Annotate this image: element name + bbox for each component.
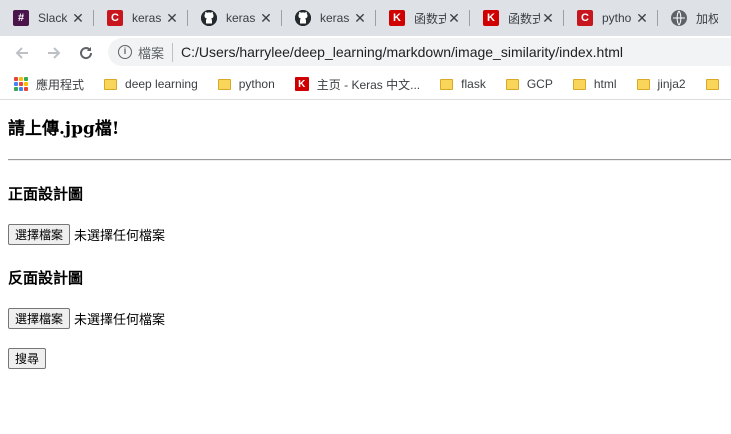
bookmark-python[interactable]: python: [217, 77, 275, 91]
github-icon: [295, 10, 311, 26]
github-icon: [201, 10, 217, 26]
bookmark-html[interactable]: html: [572, 77, 617, 91]
folder-icon: [440, 78, 454, 90]
search-row: 搜尋: [8, 348, 731, 369]
folder-icon: [705, 78, 719, 90]
close-icon[interactable]: ✕: [446, 10, 462, 27]
csdn-icon: [577, 10, 593, 26]
tab-functional-1[interactable]: 函数式 ✕: [376, 0, 470, 36]
folder-icon: [217, 78, 231, 90]
tab-title: keras: [132, 11, 162, 25]
keras-k-icon: [483, 10, 499, 26]
back-design-label: 反面設計圖: [8, 269, 84, 287]
bookmark-label: python: [238, 77, 275, 91]
folder-icon: [505, 78, 519, 90]
bookmark-overflow[interactable]: [705, 78, 727, 90]
reload-icon[interactable]: [70, 37, 102, 69]
close-icon[interactable]: ✕: [70, 10, 86, 27]
bookmark-keras-home[interactable]: K 主页 - Keras 中文...: [294, 76, 421, 93]
tab-functional-2[interactable]: 函数式 ✕: [470, 0, 564, 36]
back-choose-file-button[interactable]: 選擇檔案: [8, 308, 71, 329]
close-icon[interactable]: ✕: [258, 10, 274, 27]
tab-keras-github-2[interactable]: keras ✕: [282, 0, 376, 36]
tab-keras-github-1[interactable]: keras ✕: [188, 0, 282, 36]
back-arrow-icon[interactable]: [6, 37, 38, 69]
tab-title: keras: [226, 11, 256, 25]
info-icon[interactable]: i: [118, 45, 132, 59]
search-button[interactable]: 搜尋: [8, 348, 47, 369]
front-file-input: 選擇檔案 未選擇任何檔案: [8, 224, 731, 245]
slack-icon: [13, 10, 29, 26]
keras-k-icon: K: [294, 77, 309, 91]
bookmark-gcp[interactable]: GCP: [505, 77, 553, 91]
bookmark-label: 主页 - Keras 中文...: [316, 77, 421, 92]
bookmark-apps[interactable]: 應用程式: [14, 76, 84, 93]
address-bar[interactable]: i 檔案 C:/Users/harrylee/deep_learning/mar…: [108, 38, 731, 66]
keras-k-icon: [389, 10, 405, 26]
folder-icon: [636, 78, 650, 90]
page-title: 請上傳.jpg檔!: [8, 119, 120, 139]
tab-python-csdn[interactable]: pytho ✕: [564, 0, 658, 36]
front-file-status: 未選擇任何檔案: [74, 229, 166, 244]
close-icon[interactable]: ✕: [164, 10, 180, 27]
back-file-status: 未選擇任何檔案: [74, 313, 166, 328]
tab-keras-csdn[interactable]: keras ✕: [94, 0, 188, 36]
page-content: 請上傳.jpg檔! 正面設計圖 選擇檔案 未選擇任何檔案 反面設計圖 選擇檔案 …: [8, 100, 731, 369]
url-text[interactable]: C:/Users/harrylee/deep_learning/markdown…: [181, 44, 623, 60]
front-design-label: 正面設計圖: [8, 185, 84, 203]
close-icon[interactable]: ✕: [634, 10, 650, 27]
tab-strip: Slack ✕ keras ✕ keras ✕ keras ✕ 函数式 ✕ 函数…: [0, 0, 731, 36]
close-icon[interactable]: ✕: [352, 10, 368, 27]
divider: [8, 159, 731, 161]
bookmark-label: jinja2: [657, 77, 686, 91]
bookmarks-bar: 應用程式 deep learning python K 主页 - Keras 中…: [0, 69, 731, 100]
bookmark-label: flask: [461, 77, 486, 91]
scheme-label: 檔案: [138, 42, 174, 62]
tab-title: 函数式: [508, 11, 540, 26]
tab-title: Slack: [38, 11, 68, 25]
bookmark-deep-learning[interactable]: deep learning: [104, 77, 198, 91]
globe-icon: [671, 10, 687, 26]
forward-arrow-icon[interactable]: [38, 37, 70, 69]
front-choose-file-button[interactable]: 選擇檔案: [8, 224, 71, 245]
close-icon[interactable]: ✕: [540, 10, 556, 27]
tab-slack[interactable]: Slack ✕: [0, 0, 94, 36]
folder-icon: [104, 78, 118, 90]
bookmark-label: 應用程式: [36, 77, 85, 92]
tab-title: keras: [320, 11, 350, 25]
folder-icon: [572, 78, 586, 90]
apps-icon: [14, 77, 28, 91]
toolbar: i 檔案 C:/Users/harrylee/deep_learning/mar…: [0, 36, 731, 69]
back-file-input: 選擇檔案 未選擇任何檔案: [8, 308, 731, 329]
tab-weighted[interactable]: 加权随: [658, 0, 718, 36]
tab-title: 函数式: [414, 11, 446, 26]
bookmark-label: deep learning: [125, 77, 198, 91]
bookmark-flask[interactable]: flask: [440, 77, 486, 91]
bookmark-label: GCP: [526, 77, 553, 91]
tab-title: pytho: [602, 11, 632, 25]
bookmark-jinja2[interactable]: jinja2: [636, 77, 686, 91]
bookmark-label: html: [593, 77, 617, 91]
csdn-icon: [107, 10, 123, 26]
tab-title: 加权随: [696, 11, 718, 26]
